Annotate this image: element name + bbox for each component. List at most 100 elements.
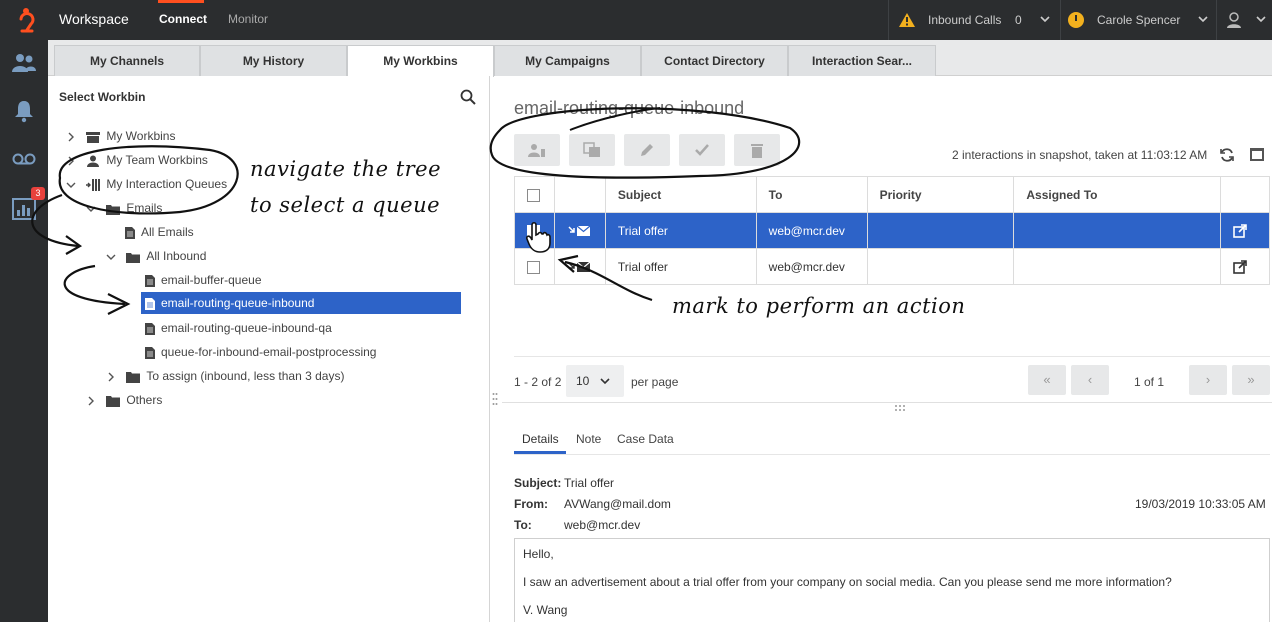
tree-item-emails[interactable]: Emails bbox=[85, 198, 162, 218]
interactions-table: Subject To Priority Assigned To Trial of… bbox=[514, 176, 1270, 285]
folder-icon bbox=[106, 395, 121, 407]
table-row[interactable]: Trial offer web@mcr.dev bbox=[514, 212, 1270, 249]
tree-item-queue-for-inbound-email-postprocessing[interactable]: queue-for-inbound-email-postprocessing bbox=[145, 342, 376, 362]
tree-item-email-routing-queue-inbound-qa[interactable]: email-routing-queue-inbound-qa bbox=[145, 318, 332, 338]
document-icon bbox=[145, 297, 155, 310]
tab-my-campaigns[interactable]: My Campaigns bbox=[494, 45, 641, 76]
chevron-down-icon[interactable] bbox=[85, 203, 97, 215]
splitter-grip-icon[interactable] bbox=[894, 404, 906, 412]
to-cell: web@mcr.dev bbox=[755, 248, 868, 285]
user-name[interactable]: Carole Spencer bbox=[1097, 13, 1180, 27]
tree-item-all-emails[interactable]: All Emails bbox=[125, 222, 194, 242]
voicemail-icon[interactable] bbox=[11, 146, 37, 172]
type-header bbox=[553, 176, 606, 213]
row-select-cell[interactable] bbox=[514, 212, 555, 249]
select-all-checkbox[interactable] bbox=[527, 188, 540, 202]
left-rail: 3 bbox=[0, 40, 48, 622]
tab-contact-directory[interactable]: Contact Directory bbox=[641, 45, 788, 76]
refresh-icon[interactable] bbox=[1219, 147, 1235, 163]
chevron-down-icon[interactable] bbox=[1198, 15, 1208, 23]
notifications-icon[interactable] bbox=[11, 98, 37, 124]
tree-item-others[interactable]: Others bbox=[85, 390, 162, 410]
tree-item-to-assign[interactable]: To assign (inbound, less than 3 days) bbox=[105, 366, 344, 386]
per-page-label: per page bbox=[631, 375, 679, 389]
tree-item-label: email-routing-queue-inbound bbox=[161, 296, 315, 310]
tree-item-email-buffer-queue[interactable]: email-buffer-queue bbox=[145, 270, 262, 290]
chevron-right-icon[interactable] bbox=[65, 155, 77, 167]
page-size-select[interactable]: 10 bbox=[566, 365, 624, 397]
chevron-down-icon[interactable] bbox=[1040, 15, 1050, 23]
column-header-to[interactable]: To bbox=[755, 176, 868, 213]
tab-my-history[interactable]: My History bbox=[200, 45, 347, 76]
panel-title: Select Workbin bbox=[59, 90, 146, 104]
delete-button[interactable] bbox=[734, 134, 780, 166]
table-header-row: Subject To Priority Assigned To bbox=[514, 176, 1270, 213]
page-size-value: 10 bbox=[576, 374, 590, 388]
column-header-subject[interactable]: Subject bbox=[604, 176, 757, 213]
inbound-calls-label: Inbound Calls bbox=[928, 13, 1002, 27]
table-row[interactable]: Trial offer web@mcr.dev bbox=[514, 248, 1270, 285]
last-page-button[interactable]: » bbox=[1232, 365, 1270, 395]
previous-page-button[interactable]: ‹ bbox=[1071, 365, 1109, 395]
tab-details[interactable]: Details bbox=[522, 432, 559, 446]
tree-item-label: My Workbins bbox=[106, 129, 176, 143]
column-header-priority[interactable]: Priority bbox=[866, 176, 1015, 213]
tree-item-my-workbins[interactable]: My Workbins bbox=[65, 126, 175, 146]
folder-icon bbox=[126, 371, 141, 383]
chevron-right-icon[interactable] bbox=[65, 131, 77, 143]
workbin-tab-strip: My Channels My History My Workbins My Ca… bbox=[48, 40, 1272, 77]
mark-done-button[interactable] bbox=[679, 134, 725, 166]
subject-value: Trial offer bbox=[564, 476, 615, 490]
tree-item-label: All Emails bbox=[141, 225, 194, 239]
divider bbox=[1216, 0, 1217, 40]
chevron-right-icon[interactable] bbox=[85, 395, 97, 407]
select-all-cell[interactable] bbox=[514, 176, 555, 213]
tab-note[interactable]: Note bbox=[576, 432, 601, 446]
assign-button[interactable] bbox=[514, 134, 560, 166]
tab-connect[interactable]: Connect bbox=[159, 12, 207, 26]
tab-monitor[interactable]: Monitor bbox=[228, 12, 268, 26]
maximize-icon[interactable] bbox=[1250, 148, 1264, 161]
row-select-cell[interactable] bbox=[514, 248, 555, 285]
column-header-assigned-to[interactable]: Assigned To bbox=[1013, 176, 1221, 213]
queue-icon bbox=[86, 178, 101, 191]
inbound-email-icon bbox=[568, 261, 591, 273]
popout-icon[interactable] bbox=[1233, 260, 1247, 274]
annotation-text: navigate the tree bbox=[250, 157, 442, 181]
message-line: Hello, bbox=[523, 547, 554, 561]
chevron-down-icon[interactable] bbox=[1256, 15, 1266, 23]
tab-case-data[interactable]: Case Data bbox=[617, 432, 674, 446]
agent-icon[interactable] bbox=[1226, 11, 1242, 29]
move-to-workbin-button[interactable] bbox=[569, 134, 615, 166]
contacts-icon[interactable] bbox=[11, 50, 37, 76]
chevron-right-icon[interactable] bbox=[105, 371, 117, 383]
open-cell[interactable] bbox=[1220, 248, 1270, 285]
dashboard-badge: 3 bbox=[31, 187, 45, 200]
pane-splitter[interactable] bbox=[502, 402, 1272, 403]
next-page-button[interactable]: › bbox=[1189, 365, 1227, 395]
popout-icon[interactable] bbox=[1233, 224, 1247, 238]
edit-button[interactable] bbox=[624, 134, 670, 166]
chevron-down-icon[interactable] bbox=[105, 251, 117, 263]
row-checkbox[interactable] bbox=[527, 260, 540, 274]
tree-item-my-interaction-queues[interactable]: My Interaction Queues bbox=[65, 174, 227, 194]
tree-item-label: To assign (inbound, less than 3 days) bbox=[146, 369, 345, 383]
tab-interaction-search[interactable]: Interaction Sear... bbox=[788, 45, 936, 76]
assign-icon bbox=[528, 144, 545, 157]
tab-my-channels[interactable]: My Channels bbox=[54, 45, 200, 76]
tree-item-all-inbound[interactable]: All Inbound bbox=[105, 246, 206, 266]
tree-item-my-team-workbins[interactable]: My Team Workbins bbox=[65, 150, 208, 170]
tree-item-email-routing-queue-inbound[interactable]: email-routing-queue-inbound bbox=[145, 293, 314, 313]
message-body[interactable]: Hello, I saw an advertisement about a tr… bbox=[514, 538, 1270, 622]
search-icon[interactable] bbox=[460, 89, 476, 105]
tree-item-label: Emails bbox=[126, 201, 163, 215]
tab-my-workbins[interactable]: My Workbins bbox=[347, 45, 494, 77]
chevron-down-icon[interactable] bbox=[65, 179, 77, 191]
row-checkbox[interactable] bbox=[527, 224, 540, 238]
tree-item-label: queue-for-inbound-email-postprocessing bbox=[161, 345, 377, 359]
priority-cell bbox=[866, 212, 1015, 249]
type-cell bbox=[553, 248, 606, 285]
panel-resize-handle[interactable] bbox=[492, 392, 498, 406]
first-page-button[interactable]: « bbox=[1028, 365, 1066, 395]
open-cell[interactable] bbox=[1220, 212, 1270, 249]
